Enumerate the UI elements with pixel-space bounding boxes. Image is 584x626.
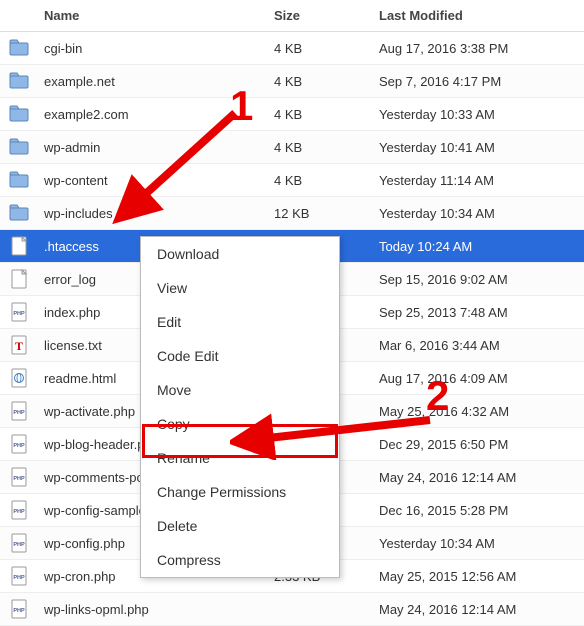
php-icon bbox=[0, 494, 38, 527]
file-name[interactable]: example.net bbox=[38, 65, 268, 98]
php-icon bbox=[0, 527, 38, 560]
ctx-rename[interactable]: Rename bbox=[141, 441, 339, 475]
php-icon bbox=[0, 428, 38, 461]
ctx-code-edit[interactable]: Code Edit bbox=[141, 339, 339, 373]
ctx-edit[interactable]: Edit bbox=[141, 305, 339, 339]
folder-icon bbox=[0, 197, 38, 230]
file-icon bbox=[0, 263, 38, 296]
file-modified: Aug 17, 2016 3:38 PM bbox=[373, 32, 584, 65]
file-size: 4 KB bbox=[268, 164, 373, 197]
ctx-view[interactable]: View bbox=[141, 271, 339, 305]
file-modified: May 25, 2015 12:56 AM bbox=[373, 560, 584, 593]
ctx-move[interactable]: Move bbox=[141, 373, 339, 407]
ctx-change-permissions[interactable]: Change Permissions bbox=[141, 475, 339, 509]
col-name-header[interactable]: Name bbox=[38, 0, 268, 32]
col-modified-header[interactable]: Last Modified bbox=[373, 0, 584, 32]
table-row[interactable]: example.net4 KBSep 7, 2016 4:17 PM bbox=[0, 65, 584, 98]
table-row[interactable]: wp-includes12 KBYesterday 10:34 AM bbox=[0, 197, 584, 230]
php-icon bbox=[0, 461, 38, 494]
ctx-compress[interactable]: Compress bbox=[141, 543, 339, 577]
file-size bbox=[268, 593, 373, 626]
file-modified: Yesterday 10:33 AM bbox=[373, 98, 584, 131]
folder-icon bbox=[0, 164, 38, 197]
php-icon bbox=[0, 296, 38, 329]
folder-icon bbox=[0, 131, 38, 164]
file-modified: May 24, 2016 12:14 AM bbox=[373, 461, 584, 494]
php-icon bbox=[0, 395, 38, 428]
file-modified: Yesterday 10:34 AM bbox=[373, 527, 584, 560]
file-size: 4 KB bbox=[268, 65, 373, 98]
file-modified: Mar 6, 2016 3:44 AM bbox=[373, 329, 584, 362]
file-name[interactable]: wp-includes bbox=[38, 197, 268, 230]
file-modified: Aug 17, 2016 4:09 AM bbox=[373, 362, 584, 395]
file-modified: Sep 15, 2016 9:02 AM bbox=[373, 263, 584, 296]
file-modified: Yesterday 10:41 AM bbox=[373, 131, 584, 164]
file-name[interactable]: wp-admin bbox=[38, 131, 268, 164]
table-header: Name Size Last Modified bbox=[0, 0, 584, 32]
file-modified: Yesterday 10:34 AM bbox=[373, 197, 584, 230]
file-modified: Today 10:24 AM bbox=[373, 230, 584, 263]
file-modified: Sep 7, 2016 4:17 PM bbox=[373, 65, 584, 98]
text-icon bbox=[0, 329, 38, 362]
html-icon bbox=[0, 362, 38, 395]
table-row[interactable]: wp-admin4 KBYesterday 10:41 AM bbox=[0, 131, 584, 164]
file-icon bbox=[0, 230, 38, 263]
file-modified: Yesterday 11:14 AM bbox=[373, 164, 584, 197]
file-modified: Dec 16, 2015 5:28 PM bbox=[373, 494, 584, 527]
folder-icon bbox=[0, 32, 38, 65]
table-row[interactable]: example2.com4 KBYesterday 10:33 AM bbox=[0, 98, 584, 131]
ctx-copy[interactable]: Copy bbox=[141, 407, 339, 441]
col-size-header[interactable]: Size bbox=[268, 0, 373, 32]
file-size: 4 KB bbox=[268, 98, 373, 131]
file-name[interactable]: wp-content bbox=[38, 164, 268, 197]
file-name[interactable]: cgi-bin bbox=[38, 32, 268, 65]
file-name[interactable]: wp-links-opml.php bbox=[38, 593, 268, 626]
table-row[interactable]: wp-links-opml.php May 24, 2016 12:14 AM bbox=[0, 593, 584, 626]
ctx-download[interactable]: Download bbox=[141, 237, 339, 271]
folder-icon bbox=[0, 65, 38, 98]
table-row[interactable]: cgi-bin4 KBAug 17, 2016 3:38 PM bbox=[0, 32, 584, 65]
context-menu: DownloadViewEditCode EditMoveCopyRenameC… bbox=[140, 236, 340, 578]
file-modified: May 25, 2016 4:32 AM bbox=[373, 395, 584, 428]
php-icon bbox=[0, 560, 38, 593]
file-size: 4 KB bbox=[268, 131, 373, 164]
ctx-delete[interactable]: Delete bbox=[141, 509, 339, 543]
php-icon bbox=[0, 593, 38, 626]
file-modified: Sep 25, 2013 7:48 AM bbox=[373, 296, 584, 329]
file-modified: Dec 29, 2015 6:50 PM bbox=[373, 428, 584, 461]
file-size: 4 KB bbox=[268, 32, 373, 65]
file-modified: May 24, 2016 12:14 AM bbox=[373, 593, 584, 626]
file-size: 12 KB bbox=[268, 197, 373, 230]
table-row[interactable]: wp-content4 KBYesterday 11:14 AM bbox=[0, 164, 584, 197]
file-name[interactable]: example2.com bbox=[38, 98, 268, 131]
folder-icon bbox=[0, 98, 38, 131]
